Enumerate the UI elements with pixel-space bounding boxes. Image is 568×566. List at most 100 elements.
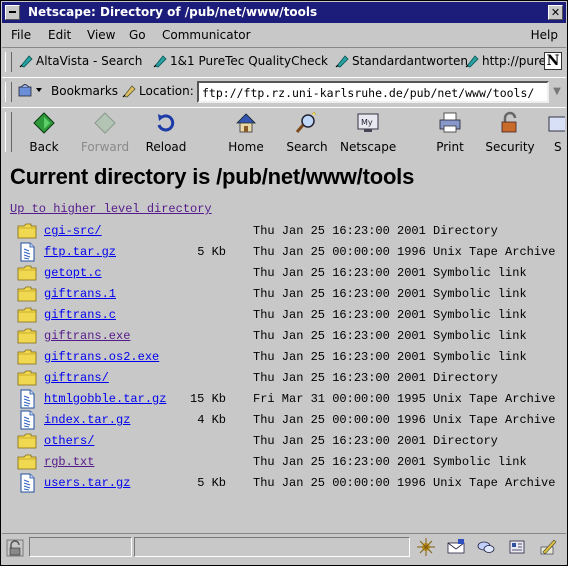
location-toolbar: Bookmarks Location: ftp://ftp.rz.uni-kar…: [2, 77, 566, 107]
bookmarks-icon: [18, 84, 42, 97]
menu-help[interactable]: Help: [531, 28, 558, 42]
status-bar: [2, 533, 566, 566]
parent-directory-link[interactable]: Up to higher level directory: [10, 202, 212, 216]
address-book-icon[interactable]: [507, 537, 527, 557]
file-link[interactable]: index.tar.gz: [44, 413, 130, 427]
file-link[interactable]: cgi-src/: [44, 224, 102, 238]
file-row: getopt.c Thu Jan 25 16:23:00 2001 Symboli…: [2, 262, 566, 283]
file-date-type: Thu Jan 25 00:00:00 1996 Unix Tape Archi…: [253, 413, 555, 427]
file-link[interactable]: htmlgobble.tar.gz: [44, 392, 166, 406]
archive-file-icon[interactable]: [17, 242, 37, 262]
folder-icon[interactable]: [17, 452, 37, 472]
file-date: Thu Jan 25 16:23:00 2001: [253, 287, 426, 301]
discussions-icon[interactable]: [476, 537, 496, 557]
archive-file-icon[interactable]: [17, 389, 37, 409]
menu-go[interactable]: Go: [129, 28, 146, 42]
menu-view[interactable]: View: [87, 28, 115, 42]
bookmark-icon: [153, 55, 167, 68]
security-label: Security: [485, 140, 535, 154]
bookmarks-button[interactable]: Bookmarks: [18, 84, 118, 98]
back-arrow-icon: [33, 112, 55, 134]
netscape-my-icon: My: [357, 113, 379, 132]
forward-button[interactable]: Forward: [77, 111, 133, 157]
file-date: Thu Jan 25 16:23:00 2001: [253, 455, 426, 469]
file-row: giftrans.os2.exe Thu Jan 25 16:23:00 2001…: [2, 346, 566, 367]
url-input[interactable]: ftp://ftp.rz.uni-karlsruhe.de/pub/net/ww…: [197, 81, 549, 103]
file-link[interactable]: ftp.tar.gz: [44, 245, 116, 259]
navigator-icon[interactable]: [416, 537, 436, 557]
shop-icon: [548, 116, 565, 132]
security-button[interactable]: Security: [482, 111, 538, 157]
file-type: Unix Tape Archive: [433, 476, 556, 490]
menu-file[interactable]: File: [11, 28, 31, 42]
bookmark-standardantworten[interactable]: Standardantworten: [335, 54, 468, 68]
file-date: Thu Jan 25 00:00:00 1996: [253, 476, 426, 490]
file-link[interactable]: giftrans.exe: [44, 329, 130, 343]
file-list: cgi-src/Thu Jan 25 16:23:00 2001 Directo…: [2, 220, 566, 493]
bookmark-altavista[interactable]: AltaVista - Search: [19, 54, 142, 68]
file-type: Unix Tape Archive: [433, 392, 556, 406]
location-label-text: Location:: [139, 84, 194, 98]
folder-icon[interactable]: [17, 431, 37, 451]
menu-bar: File Edit View Go Communicator Help: [2, 23, 566, 48]
search-button[interactable]: Search: [279, 111, 335, 157]
location-icon: [122, 85, 136, 98]
folder-icon[interactable]: [17, 305, 37, 325]
folder-icon[interactable]: [17, 368, 37, 388]
window-menu-button[interactable]: [5, 5, 20, 20]
file-row: giftrans.exe Thu Jan 25 16:23:00 2001 Sym…: [2, 325, 566, 346]
mail-icon[interactable]: [446, 537, 466, 557]
netscape-button[interactable]: My Netscape: [340, 111, 396, 157]
print-button[interactable]: Print: [422, 111, 478, 157]
archive-file-icon[interactable]: [17, 473, 37, 493]
reload-icon: [157, 114, 175, 132]
file-type: Unix Tape Archive: [433, 413, 556, 427]
bookmarks-label: Bookmarks: [51, 84, 119, 98]
file-row: users.tar.gz 5 Kb Thu Jan 25 00:00:00 1996…: [2, 472, 566, 493]
status-message-field: [134, 537, 410, 557]
file-link[interactable]: others/: [44, 434, 94, 448]
chevron-down-icon[interactable]: ▼: [550, 82, 564, 102]
security-lock-icon[interactable]: [5, 538, 25, 558]
file-row: giftrans/Thu Jan 25 16:23:00 2001 Direct…: [2, 367, 566, 388]
archive-file-icon[interactable]: [17, 410, 37, 430]
file-date-type: Thu Jan 25 16:23:00 2001 Symbolic link: [253, 287, 527, 301]
file-link[interactable]: getopt.c: [44, 266, 102, 280]
close-window-button[interactable]: ✕: [548, 5, 563, 20]
file-date: Thu Jan 25 00:00:00 1996: [253, 245, 426, 259]
menu-edit[interactable]: Edit: [48, 28, 71, 42]
file-type: Symbolic link: [433, 455, 527, 469]
back-button[interactable]: Back: [16, 111, 72, 157]
reload-button[interactable]: Reload: [138, 111, 194, 157]
file-link[interactable]: giftrans/: [44, 371, 109, 385]
file-link[interactable]: users.tar.gz: [44, 476, 130, 490]
toolbar-grip-handle[interactable]: [5, 52, 12, 72]
folder-icon[interactable]: [17, 347, 37, 367]
browser-window: Netscape: Directory of /pub/net/www/tool…: [0, 0, 568, 566]
menu-communicator[interactable]: Communicator: [162, 28, 251, 42]
shop-button[interactable]: S: [543, 111, 565, 157]
bookmark-puretec[interactable]: 1&1 PureTec QualityCheck: [153, 54, 328, 68]
file-link[interactable]: giftrans.c: [44, 308, 116, 322]
home-button[interactable]: Home: [218, 111, 274, 157]
reload-label: Reload: [145, 140, 187, 154]
file-link[interactable]: giftrans.1: [44, 287, 116, 301]
file-type: Symbolic link: [433, 266, 527, 280]
file-date-type: Thu Jan 25 16:23:00 2001 Symbolic link: [253, 329, 527, 343]
file-type: Symbolic link: [433, 287, 527, 301]
folder-icon[interactable]: [17, 284, 37, 304]
toolbar-grip-handle[interactable]: [5, 82, 12, 102]
folder-icon[interactable]: [17, 326, 37, 346]
file-date-type: Thu Jan 25 00:00:00 1996 Unix Tape Archi…: [253, 245, 555, 259]
file-link[interactable]: rgb.txt: [44, 455, 94, 469]
file-link[interactable]: giftrans.os2.exe: [44, 350, 159, 364]
composer-icon[interactable]: [538, 537, 558, 557]
shop-label: S: [554, 140, 562, 154]
folder-icon[interactable]: [17, 263, 37, 283]
location-label: Location:: [122, 84, 194, 98]
bookmark-purec[interactable]: http://purec: [465, 54, 545, 68]
file-size: 4 Kb: [197, 413, 226, 427]
toolbar-grip-handle[interactable]: [5, 112, 12, 152]
folder-icon[interactable]: [17, 221, 37, 241]
title-bar[interactable]: Netscape: Directory of /pub/net/www/tool…: [2, 2, 566, 23]
